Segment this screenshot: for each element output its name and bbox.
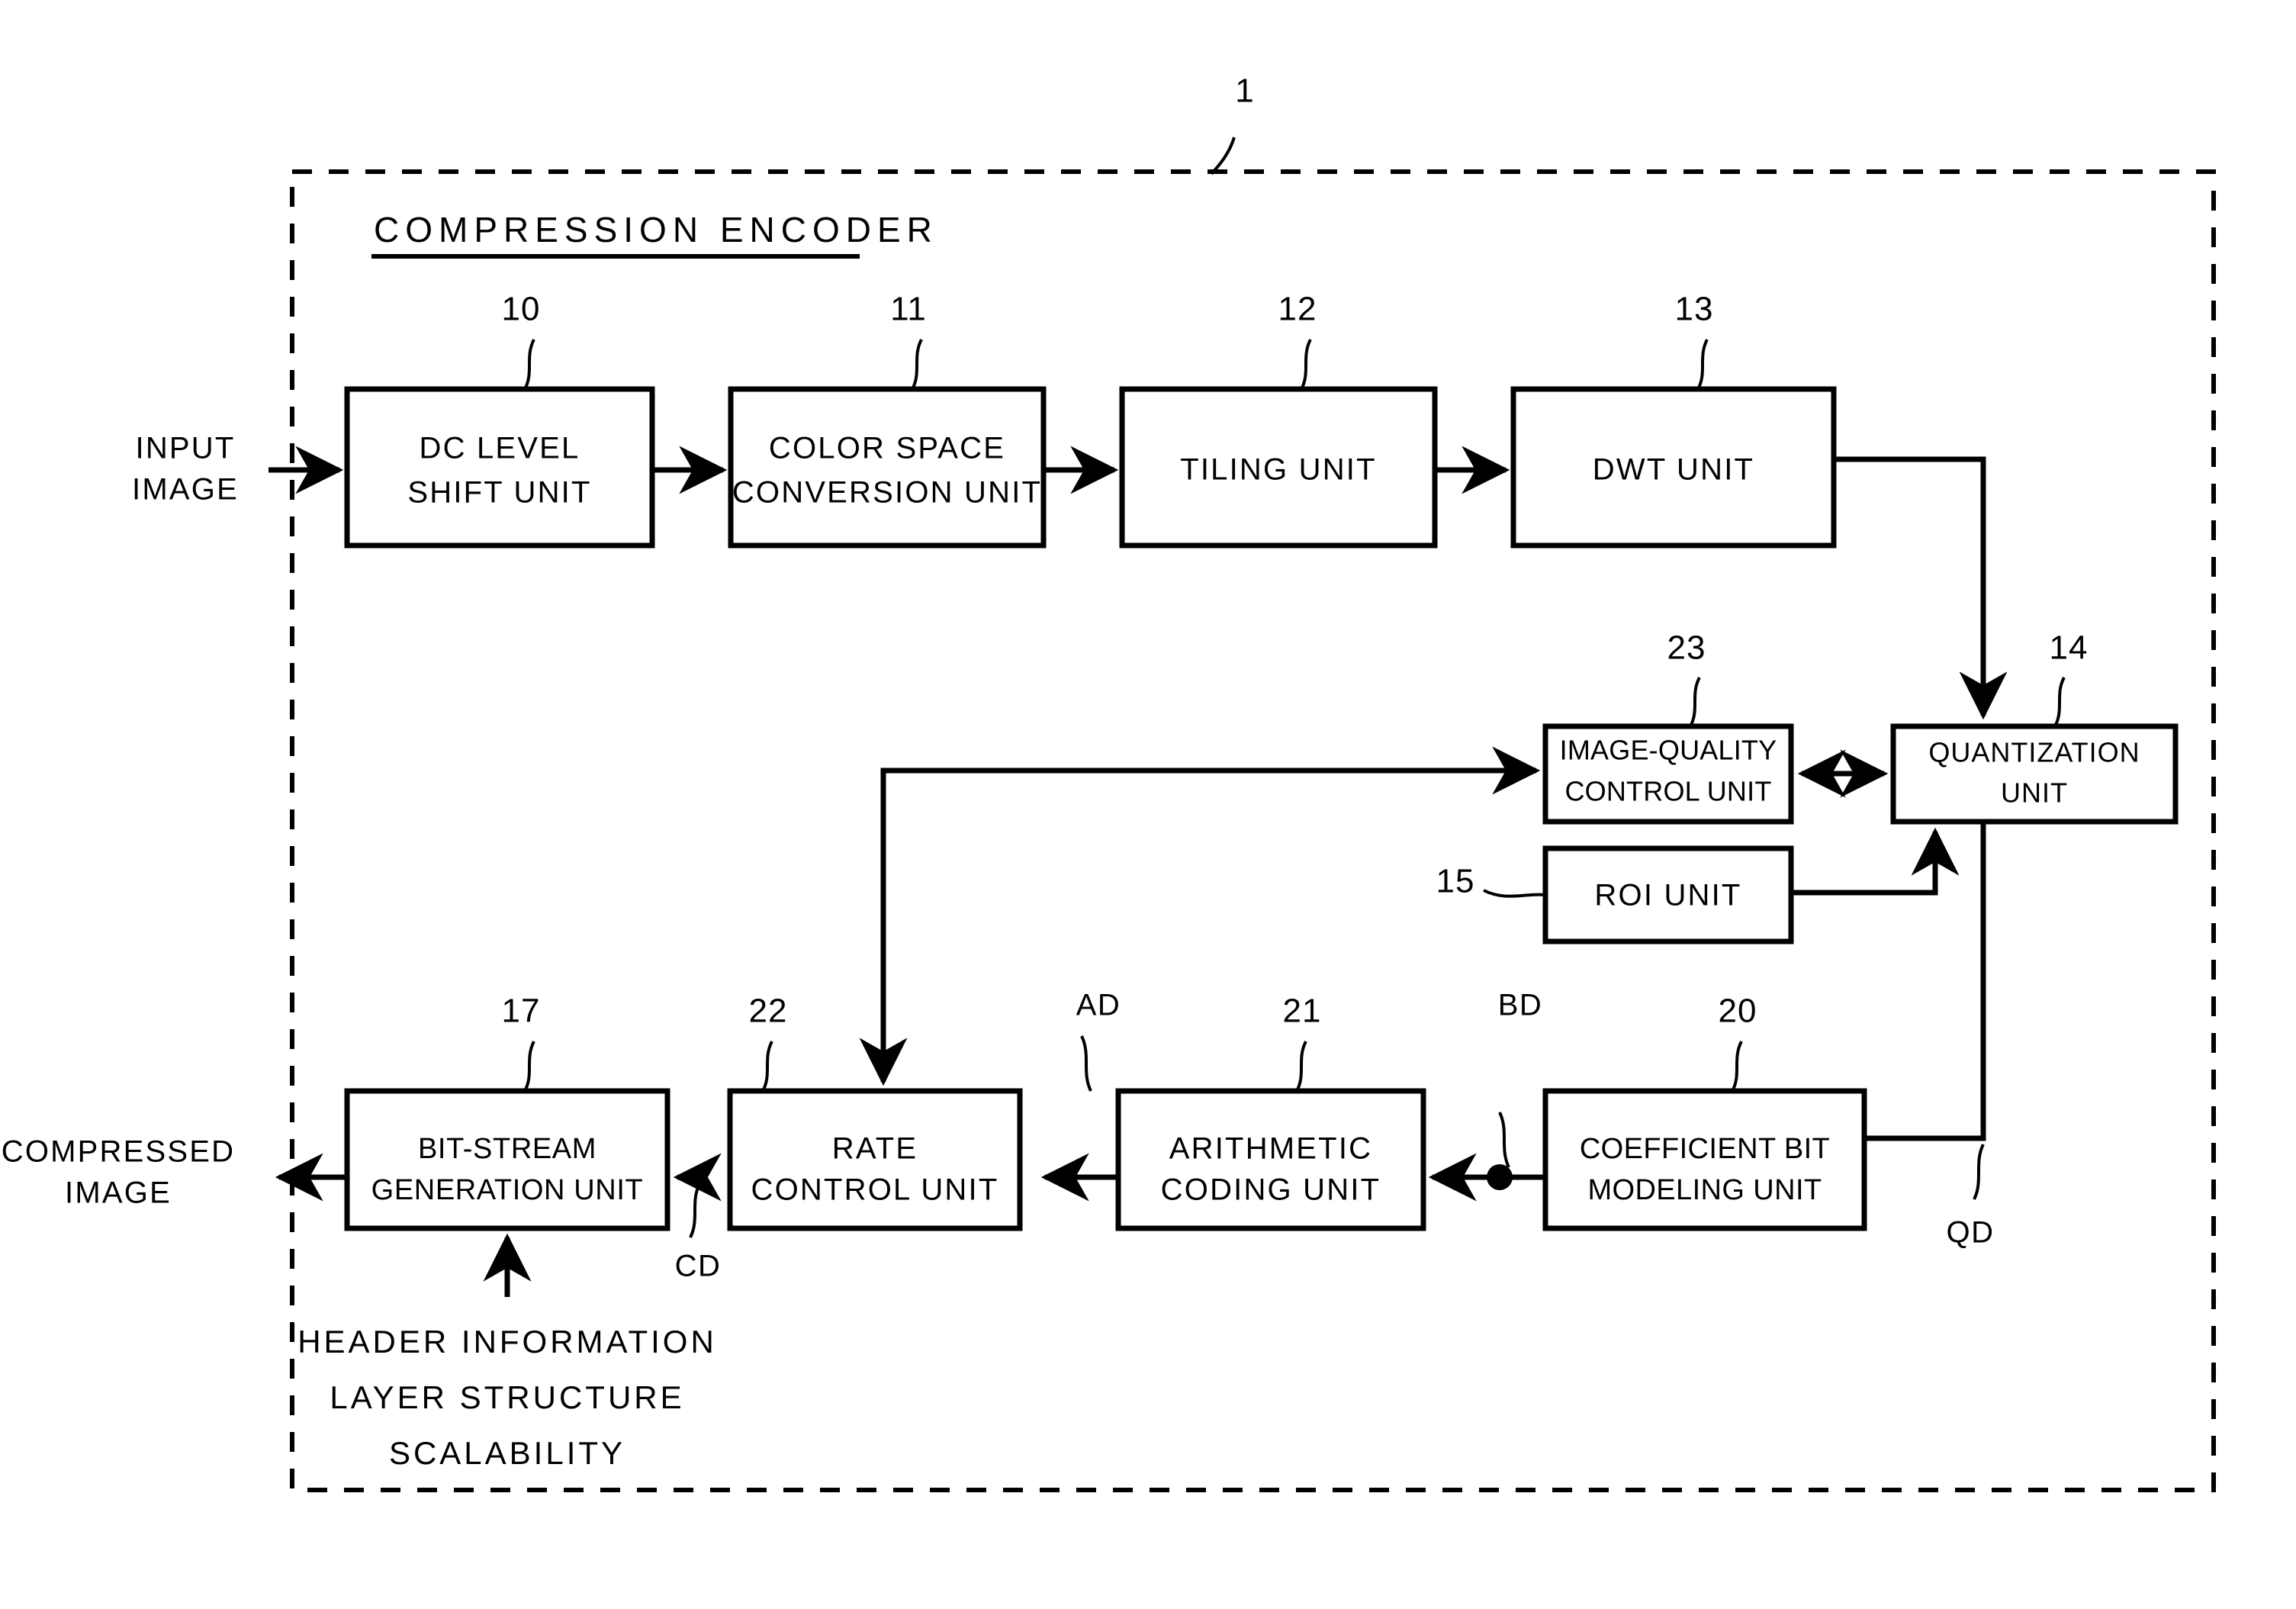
block-quantization-unit-line2: UNIT (2001, 777, 2068, 809)
ref-number-22: 22 (749, 993, 788, 1030)
input-image-label-line1: INPUT (136, 432, 236, 465)
signal-label-cd: CD (675, 1250, 722, 1283)
block-quantization-unit-line1: QUANTIZATION (1928, 737, 2140, 768)
input-image-label-line2: IMAGE (132, 473, 239, 507)
footnote-line1: HEADER INFORMATION (297, 1324, 717, 1360)
ref-number-10: 10 (502, 291, 541, 328)
qd-leader (1973, 1144, 1985, 1200)
ref-15-leader (1483, 889, 1546, 898)
junction-dot-bd (1487, 1164, 1513, 1190)
block-tiling-unit-line1: TILING UNIT (1180, 453, 1377, 487)
figure-canvas: 1 COMPRESSION ENCODER INPUT IMAGE DC LEV… (0, 0, 2296, 1609)
block-bit-stream-generation-unit-line1: BIT-STREAM (418, 1133, 597, 1165)
ref-number-1: 1 (1235, 72, 1254, 110)
wire-dwt-to-quantization (1834, 456, 2008, 720)
ad-leader (1080, 1035, 1092, 1092)
block-color-space-conversion-unit-line2: CONVERSION UNIT (732, 476, 1042, 510)
ref-22-leader (761, 1041, 773, 1092)
bd-leader (1498, 1112, 1510, 1168)
block-bit-stream-generation-unit-line2: GENERATION UNIT (371, 1174, 644, 1206)
ref-13-leader (1696, 339, 1709, 390)
ref-number-14: 14 (2050, 629, 2089, 667)
cd-leader (689, 1183, 701, 1238)
block-dc-level-shift-unit-line2: SHIFT UNIT (407, 476, 591, 510)
ref-14-leader (2053, 677, 2066, 727)
block-arithmetic-coding-unit-line1: ARITHMETIC (1169, 1132, 1372, 1166)
compression-encoder-boundary (290, 169, 2216, 1492)
ref-12-leader (1300, 339, 1312, 390)
ref-1-leader (1210, 137, 1236, 175)
ref-23-leader (1689, 677, 1701, 727)
block-coefficient-bit-modeling-unit-line1: COEFFICIENT BIT (1580, 1133, 1830, 1165)
ref-21-leader (1295, 1041, 1307, 1092)
ref-10-leader (523, 339, 535, 390)
compressed-image-label-line1: COMPRESSED (2, 1135, 236, 1169)
block-arithmetic-coding-unit-line2: CODING UNIT (1161, 1173, 1381, 1207)
signal-label-ad: AD (1076, 989, 1121, 1022)
block-color-space-conversion-unit[interactable] (728, 386, 1047, 549)
ref-number-17: 17 (502, 993, 541, 1030)
block-image-quality-control-unit-line2: CONTROL UNIT (1564, 776, 1771, 807)
ref-number-13: 13 (1675, 291, 1714, 328)
block-color-space-conversion-unit-line1: COLOR SPACE (769, 432, 1005, 465)
wire-ratecontrol-to-imagequality (880, 746, 1541, 1082)
signal-label-bd: BD (1498, 989, 1543, 1022)
block-dc-level-shift-unit[interactable] (344, 386, 655, 549)
block-dwt-unit-line1: DWT UNIT (1593, 453, 1754, 487)
ref-number-11: 11 (890, 291, 927, 328)
signal-label-qd: QD (1947, 1216, 1995, 1250)
ref-11-leader (911, 339, 923, 390)
ref-number-12: 12 (1278, 291, 1317, 328)
footnote-line3: SCALABILITY (389, 1435, 625, 1471)
block-coefficient-bit-modeling-unit-line2: MODELING UNIT (1587, 1174, 1822, 1206)
block-image-quality-control-unit-line1: IMAGE-QUALITY (1560, 735, 1777, 766)
ref-number-23: 23 (1667, 629, 1706, 667)
wire-roi-to-quantization (1791, 827, 1960, 896)
ref-17-leader (523, 1041, 535, 1092)
ref-number-21: 21 (1283, 993, 1322, 1030)
compressed-image-label-line2: IMAGE (65, 1176, 172, 1210)
ref-number-15: 15 (1436, 863, 1475, 900)
block-rate-control-unit-line2: CONTROL UNIT (751, 1173, 999, 1207)
block-dc-level-shift-unit-line1: DC LEVEL (419, 432, 580, 465)
container-title: COMPRESSION ENCODER (374, 210, 938, 249)
ref-number-20: 20 (1719, 993, 1757, 1030)
block-roi-unit-line1: ROI UNIT (1594, 879, 1741, 912)
block-rate-control-unit-line1: RATE (832, 1132, 918, 1166)
ref-20-leader (1731, 1041, 1743, 1092)
footnote-line2: LAYER STRUCTURE (330, 1379, 684, 1415)
